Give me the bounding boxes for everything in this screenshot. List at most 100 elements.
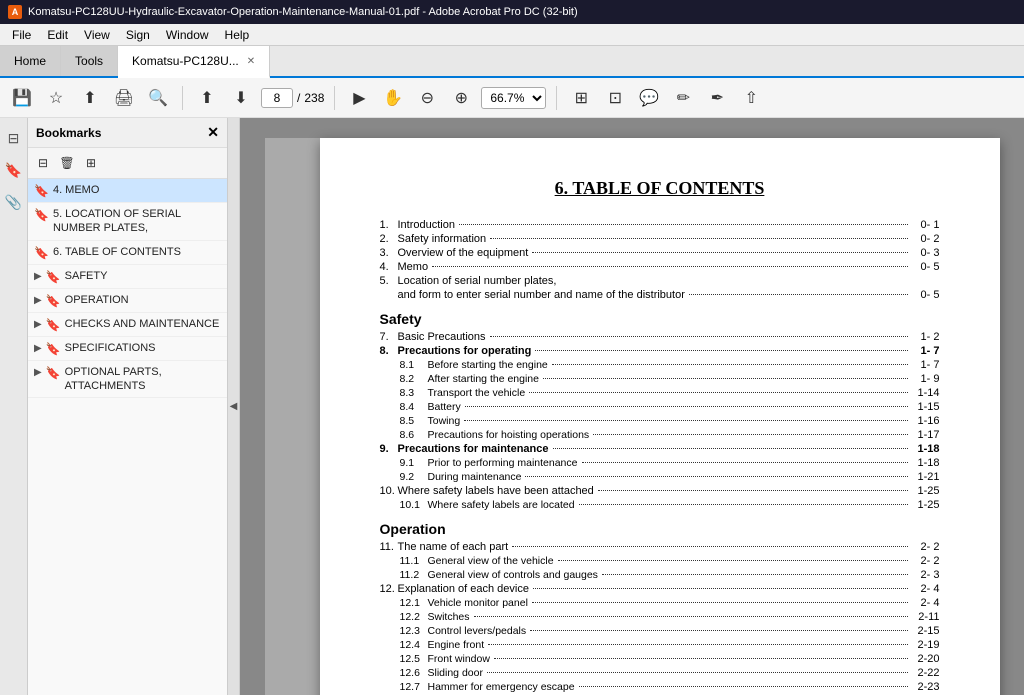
tab-home[interactable]: Home	[0, 46, 61, 76]
page-separator: /	[297, 91, 300, 105]
bookmark-arrow-specs: ▶	[34, 343, 42, 354]
next-page-button[interactable]: ⬇	[227, 84, 255, 112]
bookmark-item-operation[interactable]: ▶ 🔖 OPERATION	[28, 289, 227, 313]
bookmark-item-memo[interactable]: 🔖 4. MEMO	[28, 179, 227, 203]
toolbar-sep-3	[556, 86, 557, 110]
bookmark-icon-memo: 🔖	[34, 184, 49, 198]
bookmark-icon-checks: 🔖	[46, 318, 61, 332]
toc-item-9-2: 9.2 During maintenance 1-21	[400, 471, 940, 483]
page-total: 238	[304, 91, 324, 105]
toc-item-8-5: 8.5 Towing 1-16	[400, 415, 940, 427]
prev-page-button[interactable]: ⬆	[193, 84, 221, 112]
print-button[interactable]: 🖨	[110, 84, 138, 112]
zoom-in-button[interactable]: ⊕	[447, 84, 475, 112]
highlight-button[interactable]: ✒	[703, 84, 731, 112]
toc-item-12-1: 12.1 Vehicle monitor panel 2- 4	[400, 597, 940, 609]
toc-safety-section: 7. Basic Precautions 1- 2 8. Precautions…	[380, 331, 940, 511]
bookmark-label-memo: 4. MEMO	[53, 183, 99, 197]
bookmark-icon-operation: 🔖	[46, 294, 61, 308]
toc-item-8-3: 8.3 Transport the vehicle 1-14	[400, 387, 940, 399]
find-button[interactable]: 🔍	[144, 84, 172, 112]
menu-view[interactable]: View	[76, 26, 118, 44]
toc-item-10-1: 10.1 Where safety labels are located 1-2…	[400, 499, 940, 511]
bookmark-item-checks[interactable]: ▶ 🔖 CHECKS AND MAINTENANCE	[28, 313, 227, 337]
menu-bar: File Edit View Sign Window Help	[0, 24, 1024, 46]
fit-page-button[interactable]: ⊞	[567, 84, 595, 112]
bookmarks-options-button[interactable]: ⊞	[80, 152, 102, 174]
menu-help[interactable]: Help	[217, 26, 258, 44]
page-view-icon[interactable]: ⊟	[2, 126, 26, 150]
toc-item-1: 1. Introduction 0- 1	[380, 219, 940, 231]
toc-item-8-4: 8.4 Battery 1-15	[400, 401, 940, 413]
bookmark-button[interactable]: ☆	[42, 84, 70, 112]
title-bar-text: Komatsu-PC128UU-Hydraulic-Excavator-Oper…	[28, 6, 578, 18]
tab-bar: Home Tools Komatsu-PC128U... ✕	[0, 46, 1024, 78]
bookmark-label-optional: OPTIONAL PARTS, ATTACHMENTS	[65, 365, 221, 394]
toc-item-11-2: 11.2 General view of controls and gauges…	[400, 569, 940, 581]
bookmarks-view-button[interactable]: ⊟	[32, 152, 54, 174]
page-nav: / 238	[261, 88, 324, 108]
toc-item-12-5: 12.5 Front window 2-20	[400, 653, 940, 665]
bookmarks-delete-button[interactable]: 🗑	[56, 152, 78, 174]
menu-sign[interactable]: Sign	[118, 26, 158, 44]
pen-button[interactable]: ✏	[669, 84, 697, 112]
toc-item-12-2: 12.2 Switches 2-11	[400, 611, 940, 623]
share-button[interactable]: ⇧	[737, 84, 765, 112]
zoom-out-button[interactable]: ⊖	[413, 84, 441, 112]
page-number-input[interactable]	[261, 88, 293, 108]
toolbar: 💾 ☆ ⬆ 🖨 🔍 ⬆ ⬇ / 238 ▶ ✋ ⊖ ⊕ 50% 66.7% 75…	[0, 78, 1024, 118]
zoom-select[interactable]: 50% 66.7% 75% 100% 125% 150% 200%	[481, 87, 546, 109]
bookmark-label-safety: SAFETY	[65, 269, 108, 283]
bookmark-icon-serial: 🔖	[34, 208, 49, 222]
tab-tools[interactable]: Tools	[61, 46, 118, 76]
bookmark-arrow-optional: ▶	[34, 367, 42, 378]
bookmarks-icon[interactable]: 🔖	[2, 158, 26, 182]
toolbar-sep-1	[182, 86, 183, 110]
app-icon: A	[8, 5, 22, 19]
bookmark-label-serial: 5. LOCATION OF SERIAL NUMBER PLATES,	[53, 207, 221, 236]
collapse-panel[interactable]: ◀	[228, 118, 240, 695]
select-tool-button[interactable]: ▶	[345, 84, 373, 112]
bookmark-item-toc[interactable]: 🔖 6. TABLE OF CONTENTS	[28, 241, 227, 265]
pdf-page: 6. TABLE OF CONTENTS 1. Introduction 0- …	[320, 138, 1000, 695]
bookmark-label-operation: OPERATION	[65, 293, 129, 307]
bookmark-item-specs[interactable]: ▶ 🔖 SPECIFICATIONS	[28, 337, 227, 361]
bookmark-item-serial[interactable]: 🔖 5. LOCATION OF SERIAL NUMBER PLATES,	[28, 203, 227, 241]
close-bookmarks-button[interactable]: ✕	[207, 124, 219, 141]
menu-edit[interactable]: Edit	[39, 26, 76, 44]
comment-button[interactable]: 💬	[635, 84, 663, 112]
pdf-page-title: 6. TABLE OF CONTENTS	[380, 178, 940, 199]
toc-item-11: 11. The name of each part 2- 2	[380, 541, 940, 553]
toc-item-8: 8. Precautions for operating 1- 7	[380, 345, 940, 357]
menu-window[interactable]: Window	[158, 26, 217, 44]
rotate-button[interactable]: ⊡	[601, 84, 629, 112]
toc-item-8-1: 8.1 Before starting the engine 1- 7	[400, 359, 940, 371]
hand-tool-button[interactable]: ✋	[379, 84, 407, 112]
bookmark-icon-specs: 🔖	[46, 342, 61, 356]
toc-item-8-6: 8.6 Precautions for hoisting operations …	[400, 429, 940, 441]
attachments-icon[interactable]: 📎	[2, 190, 26, 214]
toc-item-9: 9. Precautions for maintenance 1-18	[380, 443, 940, 455]
toc-operation-section: 11. The name of each part 2- 2 11.1 Gene…	[380, 541, 940, 695]
tab-close-button[interactable]: ✕	[247, 56, 255, 67]
bookmark-label-toc: 6. TABLE OF CONTENTS	[53, 245, 181, 259]
bookmark-arrow-operation: ▶	[34, 295, 42, 306]
left-panel-icons: ⊟ 🔖 📎	[0, 118, 28, 695]
collapse-arrow-icon: ◀	[230, 401, 238, 412]
toc-intro-section: 1. Introduction 0- 1 2. Safety informati…	[380, 219, 940, 301]
operation-heading: Operation	[380, 521, 940, 537]
upload-button[interactable]: ⬆	[76, 84, 104, 112]
toc-item-11-1: 11.1 General view of the vehicle 2- 2	[400, 555, 940, 567]
main-area: ⊟ 🔖 📎 Bookmarks ✕ ⊟ 🗑 ⊞ 🔖 4. MEMO 🔖 5.	[0, 118, 1024, 695]
toc-item-9-1: 9.1 Prior to performing maintenance 1-18	[400, 457, 940, 469]
save-button[interactable]: 💾	[8, 84, 36, 112]
toc-item-12-3: 12.3 Control levers/pedals 2-15	[400, 625, 940, 637]
bookmark-item-safety[interactable]: ▶ 🔖 SAFETY	[28, 265, 227, 289]
toc-item-12: 12. Explanation of each device 2- 4	[380, 583, 940, 595]
toc-item-5: 5. Location of serial number plates,	[380, 275, 940, 287]
bookmark-item-optional[interactable]: ▶ 🔖 OPTIONAL PARTS, ATTACHMENTS	[28, 361, 227, 399]
tab-doc[interactable]: Komatsu-PC128U... ✕	[118, 46, 270, 78]
toolbar-sep-2	[334, 86, 335, 110]
menu-file[interactable]: File	[4, 26, 39, 44]
bookmark-label-checks: CHECKS AND MAINTENANCE	[65, 317, 220, 331]
